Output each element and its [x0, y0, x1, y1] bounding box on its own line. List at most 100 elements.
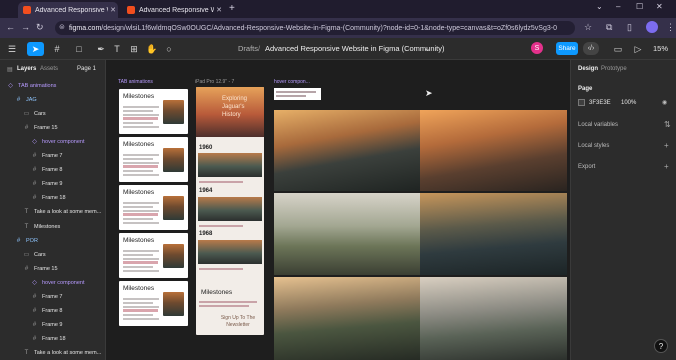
layer-row[interactable]: T Milestones: [0, 221, 105, 232]
present-play-icon[interactable]: ▷: [632, 42, 644, 56]
hover-component[interactable]: [274, 88, 321, 100]
add-style-icon[interactable]: +: [664, 141, 669, 150]
milestone-card[interactable]: Milestones: [119, 137, 188, 182]
layer-row[interactable]: ▭ Cars: [0, 108, 105, 119]
layer-row[interactable]: # Frame 15: [0, 263, 105, 274]
frame-label-hover[interactable]: hover compon...: [274, 79, 310, 85]
tab-prototype[interactable]: Prototype: [601, 66, 627, 72]
text-line: [123, 270, 159, 272]
layer-row[interactable]: # Frame 9: [0, 320, 105, 331]
shape-tool-icon[interactable]: □: [72, 42, 86, 56]
browser-tab-2[interactable]: Advanced Responsive Website ✕: [122, 2, 224, 18]
visibility-eye-icon[interactable]: ◉: [662, 99, 667, 106]
layer-type-icon: ◇: [32, 280, 37, 287]
layer-row[interactable]: ◇ TAB animations: [0, 80, 105, 91]
hand-tool-icon[interactable]: ✋: [146, 42, 158, 56]
frame-label-ipad[interactable]: iPad Pro 12.9" - 7: [195, 79, 234, 85]
sidebar-icon[interactable]: ▯: [627, 22, 632, 33]
url-field[interactable]: ⊜ figma.com/design/wlsiL1f6wldmqOSw0OUGC…: [55, 21, 575, 35]
add-export-icon[interactable]: +: [664, 162, 669, 171]
share-button[interactable]: Share: [556, 42, 578, 55]
car-photo-5[interactable]: [274, 277, 420, 360]
forward-icon[interactable]: →: [21, 22, 30, 32]
year-label: 1964: [199, 188, 213, 194]
text-tool-icon[interactable]: T: [112, 42, 122, 56]
browser-tab-1[interactable]: Advanced Responsive Website ✕: [18, 2, 118, 18]
back-icon[interactable]: ←: [6, 22, 15, 32]
ipad-frame[interactable]: Exploring Jaguar's History 1960 1964 196…: [196, 87, 264, 335]
page-selector[interactable]: Page 1: [77, 66, 96, 72]
comment-tool-icon[interactable]: ○: [163, 42, 175, 56]
file-title[interactable]: Advanced Responsive Website in Figma (Co…: [265, 44, 445, 53]
bookmark-star-icon[interactable]: ☆: [584, 22, 592, 33]
tab-assets[interactable]: Assets: [40, 66, 58, 72]
layer-row[interactable]: # JAG: [0, 94, 105, 105]
milestone-card[interactable]: Milestones: [119, 233, 188, 278]
dev-mode-toggle-icon[interactable]: ‹/›: [583, 42, 599, 55]
layer-type-icon: ▭: [23, 111, 30, 118]
minimize-icon[interactable]: –: [616, 2, 620, 11]
car-thumbnail: [163, 100, 184, 124]
local-variables-label[interactable]: Local variables: [578, 122, 618, 128]
layer-row[interactable]: # Frame 8: [0, 306, 105, 317]
layer-name: Take a look at some mem...: [34, 350, 102, 357]
close-window-icon[interactable]: ✕: [656, 2, 663, 11]
reload-icon[interactable]: ↻: [36, 22, 44, 33]
design-canvas[interactable]: TAB animations iPad Pro 12.9" - 7 hover …: [106, 60, 570, 360]
maximize-icon[interactable]: ☐: [636, 2, 643, 11]
page-opacity-value[interactable]: 100%: [621, 100, 636, 106]
resources-icon[interactable]: ⊞: [128, 42, 140, 56]
main-menu-icon[interactable]: ☰: [5, 42, 19, 56]
text-line: [123, 110, 153, 112]
layer-row[interactable]: ▭ Cars: [0, 249, 105, 260]
layer-row[interactable]: ◇ hover component: [0, 277, 105, 288]
profile-avatar[interactable]: [646, 21, 658, 33]
layer-row[interactable]: # Frame 7: [0, 151, 105, 162]
help-button[interactable]: ?: [654, 339, 668, 353]
layer-row[interactable]: # Frame 18: [0, 334, 105, 345]
page-color-value[interactable]: 3F3E3E: [589, 100, 611, 106]
tab-search-icon[interactable]: ⌄: [596, 2, 603, 11]
tab-design[interactable]: Design: [578, 66, 598, 72]
car-photo-2[interactable]: [420, 110, 567, 191]
close-tab-icon[interactable]: ✕: [108, 6, 118, 14]
layer-row[interactable]: T Take a look at some mem...: [0, 207, 105, 218]
zoom-level[interactable]: 15%: [653, 44, 668, 53]
extensions-icon[interactable]: ⧉: [606, 22, 612, 33]
text-line: [199, 268, 243, 270]
milestone-card[interactable]: Milestones: [119, 185, 188, 230]
layer-row[interactable]: # Frame 18: [0, 193, 105, 204]
panel-toggle-icon[interactable]: ▤: [7, 66, 13, 73]
layer-row[interactable]: # Frame 7: [0, 292, 105, 303]
library-icon[interactable]: ▭: [612, 42, 624, 56]
more-menu-icon[interactable]: ⋮: [666, 22, 675, 33]
pen-tool-icon[interactable]: ✒: [94, 42, 108, 56]
milestone-card[interactable]: Milestones: [119, 89, 188, 134]
layer-name: Cars: [34, 251, 46, 258]
move-tool-icon[interactable]: ➤: [27, 42, 44, 56]
site-info-icon[interactable]: ⊜: [59, 23, 65, 31]
new-tab-button[interactable]: +: [229, 3, 235, 14]
car-photo-4[interactable]: [420, 193, 567, 275]
layer-row[interactable]: # POR: [0, 235, 105, 246]
car-photo-3[interactable]: [274, 193, 420, 275]
variables-adjust-icon[interactable]: ⇅: [664, 120, 671, 129]
collaborator-avatar[interactable]: S: [531, 42, 543, 54]
car-photo-1[interactable]: [274, 110, 420, 191]
file-menu-chevron-icon[interactable]: ⌄: [424, 44, 430, 53]
frame-label-tab-animations[interactable]: TAB animations: [118, 79, 153, 85]
car-thumbnail: [163, 148, 184, 172]
tab-layers[interactable]: Layers: [17, 66, 36, 72]
frame-tool-icon[interactable]: #: [50, 42, 64, 56]
layer-row[interactable]: # Frame 15: [0, 122, 105, 133]
car-photo-6[interactable]: [420, 277, 567, 360]
layer-row[interactable]: ◇ hover component: [0, 136, 105, 147]
close-tab-icon[interactable]: ✕: [214, 6, 224, 14]
layer-row[interactable]: # Frame 9: [0, 179, 105, 190]
milestone-card[interactable]: Milestones: [119, 281, 188, 326]
page-color-swatch[interactable]: [578, 99, 585, 106]
layer-row[interactable]: T Take a look at some mem...: [0, 348, 105, 359]
layer-row[interactable]: # Frame 8: [0, 165, 105, 176]
milestones-heading: Milestones: [201, 289, 233, 296]
breadcrumb-drafts[interactable]: Drafts: [238, 44, 258, 53]
